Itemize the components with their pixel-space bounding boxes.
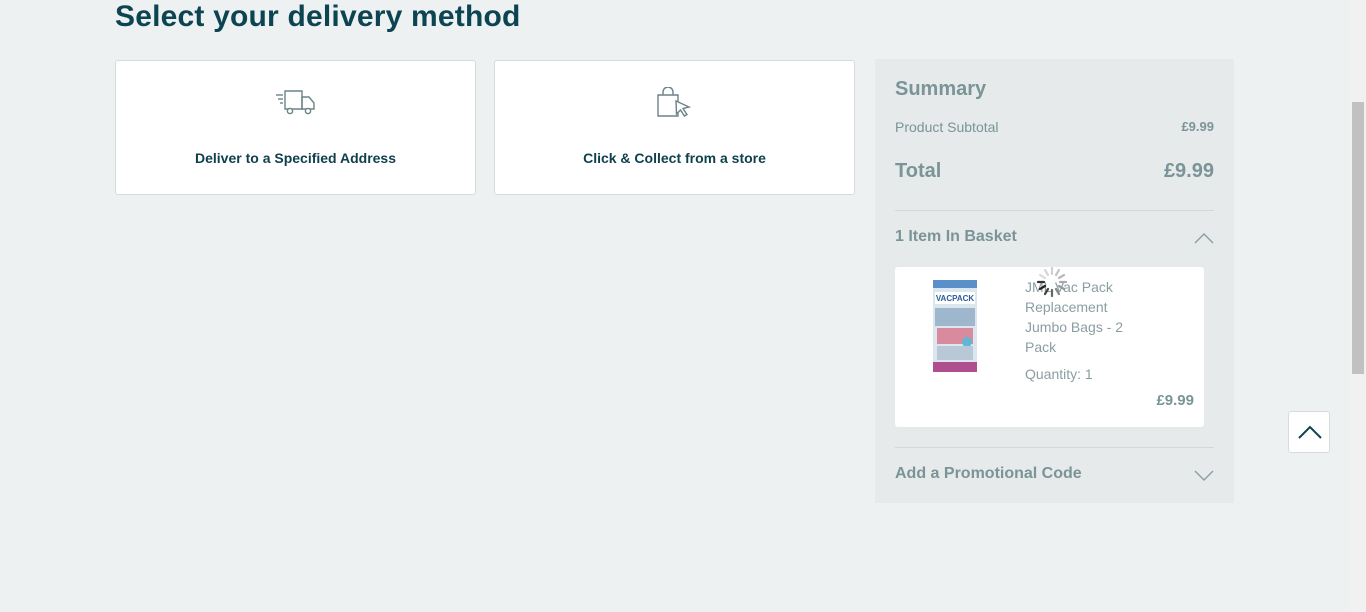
- total-value: £9.99: [1163, 160, 1214, 182]
- divider: [895, 210, 1214, 211]
- chevron-down-icon: [1194, 469, 1214, 487]
- subtotal-value: £9.99: [1181, 119, 1214, 134]
- scrollbar[interactable]: [1349, 0, 1366, 612]
- basket-header: 1 Item In Basket: [895, 228, 1017, 245]
- deliver-to-address-option[interactable]: Deliver to a Specified Address: [115, 60, 476, 195]
- item-quantity: Quantity: 1: [1025, 366, 1093, 382]
- click-and-collect-option[interactable]: Click & Collect from a store: [494, 60, 855, 195]
- subtotal-label: Product Subtotal: [895, 119, 999, 135]
- summary-title: Summary: [895, 78, 987, 100]
- product-image[interactable]: VACPACK: [933, 280, 977, 372]
- total-label: Total: [895, 160, 942, 182]
- scrollbar-thumb[interactable]: [1352, 102, 1364, 374]
- item-price: £9.99: [1156, 392, 1194, 409]
- delivery-truck-icon: [275, 87, 317, 122]
- scroll-to-top-button[interactable]: [1288, 411, 1330, 453]
- basket-item: VACPACK JML Vac Pack Replacement Jumbo B…: [895, 265, 1204, 427]
- promo-code-label: Add a Promotional Code: [895, 465, 1082, 482]
- product-image-text: VACPACK: [936, 294, 975, 303]
- order-summary-panel: Summary Product Subtotal £9.99 Total £9.…: [875, 59, 1234, 503]
- chevron-up-icon: [1298, 425, 1322, 439]
- divider: [895, 447, 1214, 448]
- shopping-bag-cursor-icon: [656, 86, 694, 124]
- loading-spinner-icon: [1035, 265, 1069, 304]
- click-and-collect-label: Click & Collect from a store: [583, 150, 766, 166]
- chevron-up-icon: [1194, 231, 1214, 249]
- page-title: Select your delivery method: [115, 0, 521, 33]
- deliver-to-address-label: Deliver to a Specified Address: [195, 150, 396, 166]
